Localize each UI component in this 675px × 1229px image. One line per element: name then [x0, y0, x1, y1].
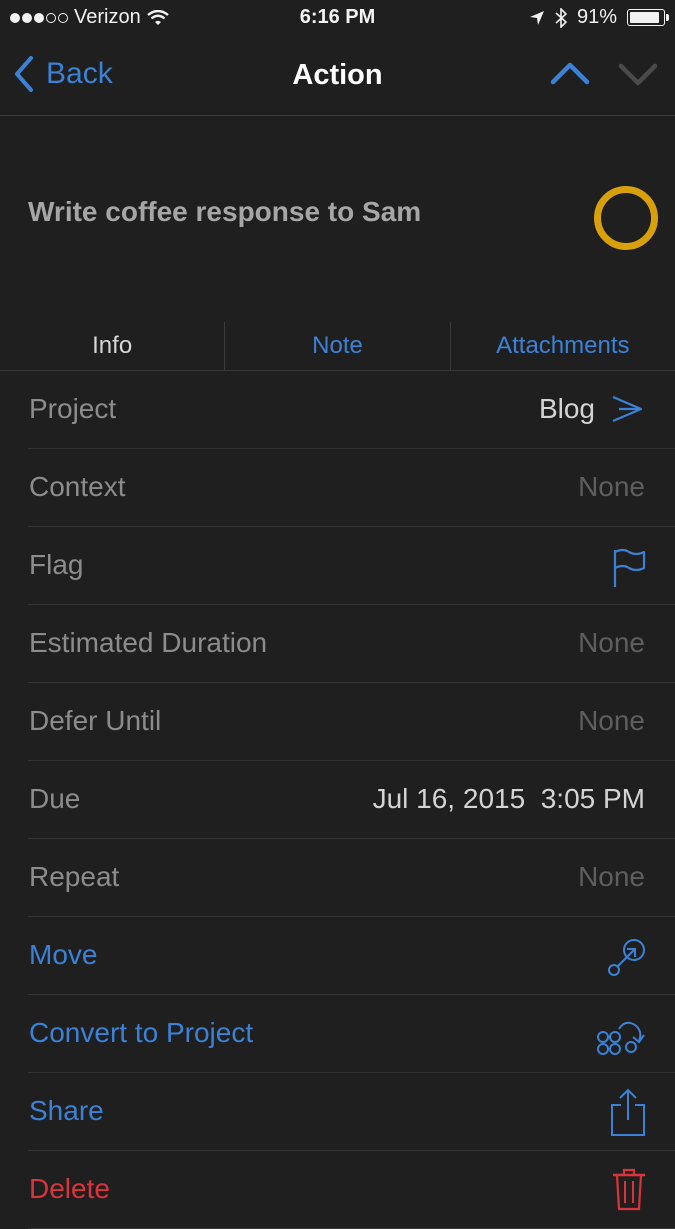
move-label: Move [29, 939, 98, 970]
due-row[interactable]: Due Jul 16, 2015 3:05 PM [0, 761, 675, 839]
context-value: None [578, 471, 645, 502]
tab-info[interactable]: Info [0, 322, 224, 370]
convert-to-project-label: Convert to Project [29, 1017, 254, 1048]
flag-row[interactable]: Flag [0, 527, 675, 605]
status-circle-button[interactable] [594, 186, 658, 250]
share-row[interactable]: Share [0, 1073, 675, 1151]
info-list: Project Blog Context None Flag Estimated… [0, 371, 675, 1229]
move-row[interactable]: Move [0, 917, 675, 995]
delete-row[interactable]: Delete [0, 1151, 675, 1229]
share-icon [611, 1088, 645, 1136]
project-label: Project [29, 393, 117, 424]
defer-until-row[interactable]: Defer Until None [0, 683, 675, 761]
convert-to-project-icon [597, 1021, 645, 1055]
defer-until-label: Defer Until [29, 705, 162, 736]
due-label: Due [29, 783, 81, 814]
battery-icon [627, 9, 669, 26]
status-right: 91% [529, 6, 669, 29]
tab-attachments[interactable]: Attachments [449, 322, 675, 370]
repeat-label: Repeat [29, 861, 120, 892]
flag-label: Flag [29, 549, 84, 580]
battery-percent: 91% [576, 6, 617, 28]
due-value: Jul 16, 2015 3:05 PM [372, 783, 645, 814]
status-bar: Verizon 6:16 PM 91% [0, 0, 675, 40]
share-label: Share [29, 1095, 104, 1126]
repeat-value: None [578, 861, 645, 892]
repeat-row[interactable]: Repeat None [0, 839, 675, 917]
previous-item-button[interactable] [549, 58, 591, 93]
delete-label: Delete [29, 1173, 110, 1204]
navigation-bar: Back Action [0, 40, 675, 116]
convert-to-project-row[interactable]: Convert to Project [0, 995, 675, 1073]
action-title[interactable]: Write coffee response to Sam [28, 196, 421, 228]
tab-bar: Info Note Attachments [0, 322, 675, 371]
bluetooth-icon [555, 7, 567, 28]
location-icon [529, 10, 544, 25]
project-row[interactable]: Project Blog [0, 371, 675, 449]
trash-icon [613, 1168, 645, 1211]
estimated-duration-row[interactable]: Estimated Duration None [0, 605, 675, 683]
tab-note[interactable]: Note [224, 322, 449, 370]
estimated-duration-value: None [578, 627, 645, 658]
context-label: Context [29, 471, 126, 502]
project-value: Blog [538, 393, 595, 424]
project-arrow-icon [612, 395, 643, 423]
chevron-up-icon [550, 62, 590, 85]
flag-icon[interactable] [611, 547, 647, 589]
chevron-down-icon [618, 63, 658, 86]
estimated-duration-label: Estimated Duration [29, 627, 268, 658]
context-row[interactable]: Context None [0, 449, 675, 527]
move-icon [608, 939, 645, 976]
defer-until-value: None [578, 705, 645, 736]
next-item-button[interactable] [617, 58, 659, 93]
